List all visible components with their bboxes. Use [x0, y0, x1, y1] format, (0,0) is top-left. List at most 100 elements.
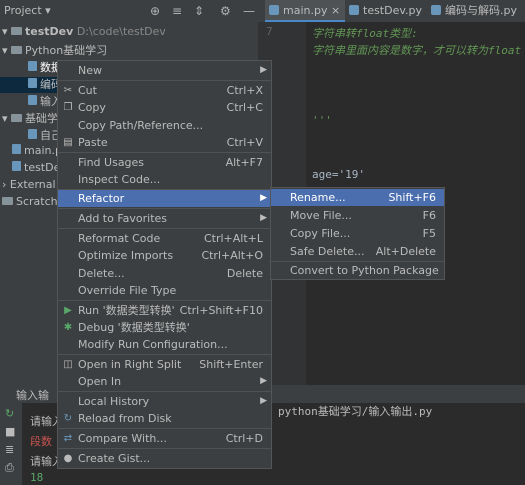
expand-all-icon[interactable]: ⇕	[194, 4, 204, 18]
python-file-icon	[12, 161, 21, 171]
submenu-item-convert-package[interactable]: Convert to Python Package	[271, 262, 444, 279]
menu-item-copy-path[interactable]: Copy Path/Reference...	[58, 117, 271, 134]
folder-icon	[11, 27, 23, 35]
menu-label: Copy Path/Reference...	[78, 119, 204, 132]
tree-folder[interactable]: ▾ Python基础学习	[2, 42, 107, 58]
menu-label: Optimize Imports	[78, 249, 174, 262]
debug-icon: ✱	[63, 322, 73, 333]
print-icon[interactable]: ⎙	[5, 461, 14, 475]
menu-item-modify-run-config[interactable]: Modify Run Configuration...	[58, 336, 271, 353]
menu-item-delete[interactable]: Delete... Delete	[58, 265, 271, 282]
menu-item-add-to-favorites[interactable]: Add to Favorites ▶	[58, 210, 271, 227]
tree-item-label: Python基础学习	[25, 44, 108, 57]
menu-label: Find Usages	[78, 156, 145, 169]
menu-item-override-file-type[interactable]: Override File Type	[58, 282, 271, 299]
top-toolbar: Project ▾ ⊕ ≡ ⇕ ⚙ — main.py × testDev.py…	[0, 0, 525, 39]
menu-item-debug[interactable]: ✱ Debug '数据类型转换'	[58, 319, 271, 336]
submenu-arrow-icon: ▶	[260, 65, 267, 75]
menu-item-create-gist[interactable]: ● Create Gist...	[58, 450, 271, 467]
submenu-item-safe-delete[interactable]: Safe Delete... Alt+Delete	[271, 243, 444, 260]
tab-label: testDev.py	[363, 4, 423, 17]
run-icon: ▶	[64, 305, 72, 316]
split-icon: ◫	[63, 359, 73, 370]
menu-item-paste[interactable]: ▤ Paste Ctrl+V	[58, 134, 271, 151]
line-number: 7	[266, 25, 273, 38]
menu-label: Rename...	[290, 191, 346, 204]
tree-root-label: testDev	[25, 25, 74, 38]
submenu-item-rename[interactable]: Rename... Shift+F6	[271, 189, 444, 206]
menu-item-cut[interactable]: ✂ Cut Ctrl+X	[58, 82, 271, 99]
menu-separator	[58, 152, 271, 153]
menu-label: Reformat Code	[78, 232, 161, 245]
project-view-selector[interactable]: Project ▾	[4, 4, 51, 17]
menu-label: Debug '数据类型转换'	[78, 321, 190, 334]
menu-shortcut: Ctrl+X	[226, 84, 263, 97]
python-file-icon	[28, 95, 37, 105]
submenu-arrow-icon: ▶	[260, 396, 267, 406]
clipboard-icon: ▤	[63, 137, 73, 148]
menu-label: Delete...	[78, 267, 125, 280]
output-line: 18	[30, 471, 44, 484]
menu-item-local-history[interactable]: Local History ▶	[58, 393, 271, 410]
project-label: Project	[4, 4, 42, 17]
python-file-icon	[269, 5, 279, 15]
menu-separator	[58, 228, 271, 229]
menu-label: Convert to Python Package	[290, 264, 439, 277]
python-file-icon	[28, 78, 37, 88]
submenu-item-copy-file[interactable]: Copy File... F5	[271, 225, 444, 242]
menu-item-reload-from-disk[interactable]: ↻ Reload from Disk	[58, 410, 271, 427]
menu-item-copy[interactable]: ❐ Copy Ctrl+C	[58, 99, 271, 116]
menu-item-optimize-imports[interactable]: Optimize Imports Ctrl+Alt+O	[58, 247, 271, 264]
copy-icon: ❐	[63, 102, 73, 113]
menu-shortcut: Ctrl+Alt+L	[203, 232, 263, 245]
locate-icon[interactable]: ⊕	[150, 4, 160, 18]
menu-shortcut: Ctrl+C	[226, 101, 263, 114]
menu-item-open-right-split[interactable]: ◫ Open in Right Split Shift+Enter	[58, 356, 271, 373]
menu-label: Copy	[78, 101, 106, 114]
menu-item-open-in[interactable]: Open In ▶	[58, 373, 271, 390]
scissors-icon: ✂	[63, 85, 73, 96]
tab-encode-decode-py[interactable]: 编码与解码.py ×	[427, 0, 525, 39]
stop-icon[interactable]: ■	[5, 425, 15, 438]
menu-shortcut: Alt+Delete	[375, 245, 436, 258]
hide-icon[interactable]: —	[243, 4, 255, 18]
run-tab-label: 输入输	[16, 389, 49, 402]
menu-shortcut: Alt+F7	[225, 156, 263, 169]
menu-item-find-usages[interactable]: Find Usages Alt+F7	[58, 154, 271, 171]
submenu-item-move-file[interactable]: Move File... F6	[271, 207, 444, 224]
menu-item-reformat-code[interactable]: Reformat Code Ctrl+Alt+L	[58, 230, 271, 247]
tab-testdev-py[interactable]: testDev.py ×	[345, 0, 427, 39]
menu-separator	[58, 448, 271, 449]
menu-item-new[interactable]: New ▶	[58, 62, 271, 79]
menu-label: Compare With...	[78, 432, 167, 445]
python-file-icon	[349, 5, 359, 15]
menu-label: Cut	[78, 84, 97, 97]
rerun-icon[interactable]: ↻	[5, 407, 14, 420]
context-menu: New ▶ ✂ Cut Ctrl+X ❐ Copy Ctrl+C Copy Path/Re…	[57, 60, 272, 469]
menu-separator	[58, 391, 271, 392]
run-tab[interactable]: 输入输	[16, 387, 49, 403]
menu-item-inspect-code[interactable]: Inspect Code...	[58, 171, 271, 188]
menu-item-compare-with[interactable]: ⇄ Compare With... Ctrl+D	[58, 430, 271, 447]
collapse-all-icon[interactable]: ≡	[172, 4, 182, 18]
python-file-icon	[12, 144, 21, 154]
gear-icon[interactable]: ⚙	[220, 4, 231, 18]
scroll-icon[interactable]: ≣	[5, 443, 14, 456]
menu-item-run[interactable]: ▶ Run '数据类型转换' Ctrl+Shift+F10	[58, 302, 271, 319]
output-line: 段数	[30, 435, 52, 448]
tab-main-py[interactable]: main.py ×	[265, 0, 345, 22]
menu-separator	[58, 428, 271, 429]
code-line: age='19'	[312, 168, 365, 181]
menu-item-refactor[interactable]: Refactor ▶	[58, 190, 271, 207]
menu-separator	[58, 208, 271, 209]
menu-label: Override File Type	[78, 284, 177, 297]
menu-separator	[58, 300, 271, 301]
menu-label: Paste	[78, 136, 108, 149]
python-file-icon	[28, 129, 37, 139]
menu-label: Safe Delete...	[290, 245, 365, 258]
run-toolbar: ↻ ■ ≣ ⎙	[0, 403, 22, 485]
menu-label: Move File...	[290, 209, 352, 222]
tree-root[interactable]: ▾ testDev D:\code\testDev	[2, 25, 166, 38]
menu-shortcut: Shift+Enter	[199, 358, 263, 371]
menu-label: New	[78, 64, 102, 77]
